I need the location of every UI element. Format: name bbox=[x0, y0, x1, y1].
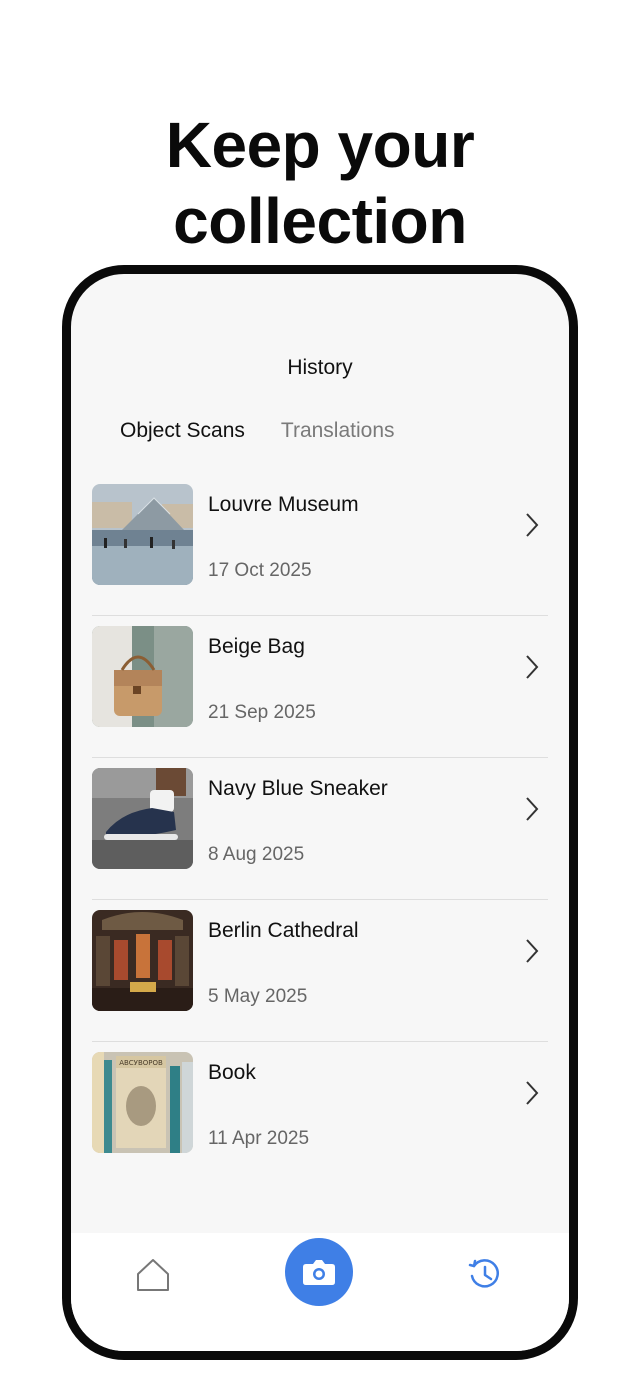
hero-title-line-2: collection bbox=[173, 184, 467, 257]
berlin-cathedral-thumbnail bbox=[92, 910, 193, 1011]
bottom-nav bbox=[71, 1233, 569, 1351]
book-spine-text: АВСУВОРОВ bbox=[119, 1059, 163, 1067]
beige-bag-thumbnail bbox=[92, 626, 193, 727]
scan-name: Louvre Museum bbox=[208, 493, 359, 516]
hero-title: Keep your collection bbox=[0, 107, 640, 259]
chevron-right-icon bbox=[526, 513, 539, 537]
screen-title: History bbox=[287, 356, 353, 379]
phone-frame: History Object Scans Translations Louvre… bbox=[62, 265, 578, 1360]
list-item[interactable]: АВСУВОРОВ Book 11 Apr 2025 bbox=[92, 1042, 548, 1183]
chevron-right-icon bbox=[526, 939, 539, 963]
tab-bar: Object Scans Translations bbox=[120, 419, 395, 443]
book-thumbnail: АВСУВОРОВ bbox=[92, 1052, 193, 1153]
scan-name: Berlin Cathedral bbox=[208, 919, 359, 942]
camera-icon bbox=[303, 1260, 335, 1285]
navy-sneaker-thumbnail bbox=[92, 768, 193, 869]
camera-button[interactable] bbox=[285, 1238, 353, 1306]
list-item[interactable]: Beige Bag 21 Sep 2025 bbox=[92, 616, 548, 758]
list-item[interactable]: Berlin Cathedral 5 May 2025 bbox=[92, 900, 548, 1042]
scan-date: 8 Aug 2025 bbox=[208, 844, 305, 865]
tab-translations[interactable]: Translations bbox=[281, 419, 395, 443]
tab-object-scans[interactable]: Object Scans bbox=[120, 419, 245, 443]
home-icon[interactable] bbox=[135, 1257, 171, 1293]
chevron-right-icon bbox=[526, 1081, 539, 1105]
louvre-thumbnail bbox=[92, 484, 193, 585]
scan-name: Beige Bag bbox=[208, 635, 305, 658]
hero-title-line-1: Keep your bbox=[165, 108, 475, 181]
scan-name: Navy Blue Sneaker bbox=[208, 777, 388, 800]
list-item[interactable]: Navy Blue Sneaker 8 Aug 2025 bbox=[92, 758, 548, 900]
scan-name: Book bbox=[208, 1061, 256, 1084]
history-icon[interactable] bbox=[467, 1257, 503, 1293]
list-item[interactable]: Louvre Museum 17 Oct 2025 bbox=[92, 474, 548, 616]
scan-list: Louvre Museum 17 Oct 2025 Beige Bag 21 S… bbox=[92, 474, 548, 1183]
scan-date: 11 Apr 2025 bbox=[208, 1128, 310, 1149]
scan-date: 5 May 2025 bbox=[208, 986, 308, 1007]
scan-date: 21 Sep 2025 bbox=[208, 702, 316, 723]
scan-date: 17 Oct 2025 bbox=[208, 560, 312, 581]
chevron-right-icon bbox=[526, 655, 539, 679]
chevron-right-icon bbox=[526, 797, 539, 821]
